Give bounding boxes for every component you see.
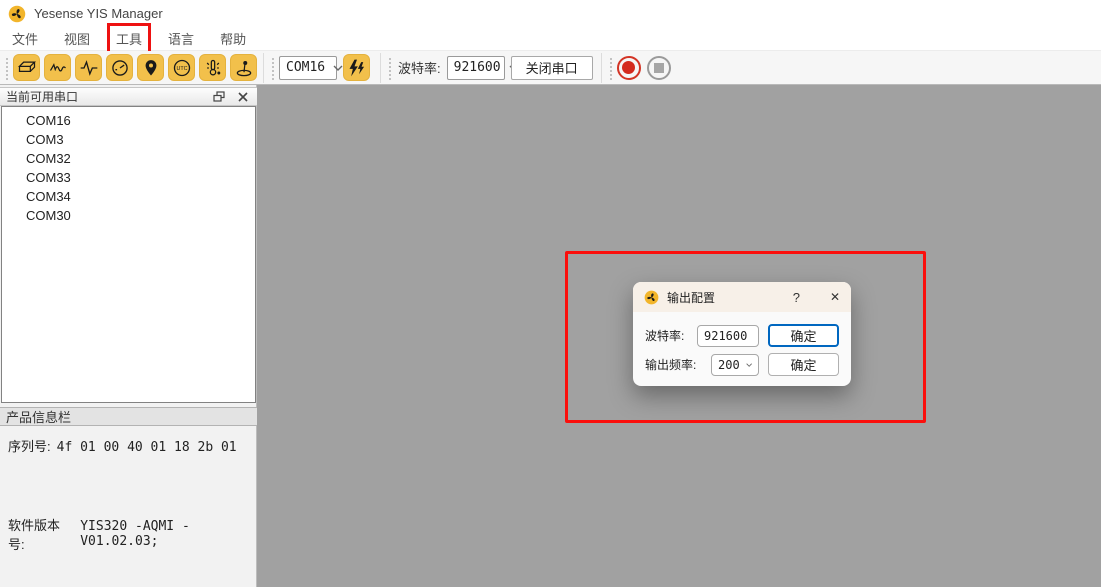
pulse-wave-icon (79, 58, 99, 78)
dialog-output-rate-value: 200 (718, 358, 740, 372)
thermometer-icon (203, 58, 223, 78)
serial-number-value: 4f 01 00 40 01 18 2b 01 (57, 440, 237, 455)
dialog-baud-confirm-button[interactable]: 确定 (768, 324, 839, 347)
software-version-label: 软件版本号: (8, 515, 72, 553)
available-ports-list: COM16 COM3 COM32 COM33 COM34 COM30 (1, 106, 256, 403)
baud-rate-label: 波特率: (398, 58, 441, 77)
toolbar-separator (601, 53, 602, 83)
dialog-help-button[interactable]: ? (793, 290, 800, 305)
dialog-baud-label: 波特率: (645, 327, 684, 344)
port-list-item[interactable]: COM16 (2, 111, 255, 130)
port-list-item[interactable]: COM33 (2, 168, 255, 187)
location-tool-button[interactable] (137, 54, 164, 81)
chevron-down-icon (333, 64, 343, 72)
dialog-titlebar: 输出配置 ? ✕ (633, 282, 851, 312)
dialog-baud-value: 921600 (704, 329, 747, 343)
menu-item-file[interactable]: 文件 (6, 26, 44, 51)
output-rate-config-row: 输出频率: 200 确定 (645, 353, 839, 376)
com-port-value: COM16 (286, 60, 325, 75)
dock-header: 当前可用串口 (0, 87, 257, 106)
toolbar-grip[interactable] (271, 56, 275, 80)
waveform-tool-button[interactable] (75, 54, 102, 81)
chevron-down-icon (746, 361, 752, 369)
dock-title: 当前可用串口 (6, 88, 203, 105)
joystick-icon (234, 58, 254, 78)
port-list-item[interactable]: COM3 (2, 130, 255, 149)
cube-icon (17, 58, 37, 78)
baud-rate-select[interactable]: 921600 (447, 56, 505, 80)
toolbar-separator (263, 53, 264, 83)
software-version-row: 软件版本号: YIS320 -AQMI -V01.02.03; (8, 515, 256, 553)
com-port-select[interactable]: COM16 (279, 56, 337, 80)
dialog-title: 输出配置 (667, 289, 793, 306)
yesense-logo-icon (644, 290, 659, 305)
utc-clock-icon: UTC (172, 58, 192, 78)
close-icon (238, 92, 248, 102)
stop-icon (654, 63, 664, 73)
attitude-wave-icon (48, 58, 68, 78)
port-list-item[interactable]: COM34 (2, 187, 255, 206)
float-panel-button[interactable] (211, 90, 227, 104)
yesense-logo-icon (8, 5, 26, 23)
menu-bar: 文件 视图 工具 语言 帮助 (0, 27, 1101, 51)
menu-item-help[interactable]: 帮助 (214, 26, 252, 51)
menu-item-language[interactable]: 语言 (162, 26, 200, 51)
record-button[interactable] (617, 56, 641, 80)
port-list-item[interactable]: COM30 (2, 206, 255, 225)
window-title: Yesense YIS Manager (34, 6, 163, 21)
menu-item-tools[interactable]: 工具 (110, 26, 148, 51)
stop-button[interactable] (647, 56, 671, 80)
toolbar-grip[interactable] (609, 56, 613, 80)
record-icon (622, 61, 635, 74)
dialog-baud-select[interactable]: 921600 (697, 325, 759, 347)
location-pin-icon (141, 58, 161, 78)
baud-rate-config-row: 波特率: 921600 确定 (645, 324, 839, 347)
lightning-refresh-icon (347, 58, 367, 78)
toolbar: UTC COM16 波特率: 921600 (0, 51, 1101, 85)
close-panel-button[interactable] (235, 90, 251, 104)
dialog-output-rate-confirm-button[interactable]: 确定 (768, 353, 839, 376)
utc-clock-tool-button[interactable]: UTC (168, 54, 195, 81)
menu-item-view[interactable]: 视图 (58, 26, 96, 51)
close-serial-port-button[interactable]: 关闭串口 (511, 56, 593, 80)
serial-number-label: 序列号: (8, 436, 51, 455)
output-config-dialog: 输出配置 ? ✕ 波特率: 921600 确定 输出频率: 200 确定 (633, 282, 851, 386)
dialog-close-button[interactable]: ✕ (830, 290, 840, 304)
serial-port-dock-panel: 当前可用串口 COM16 COM3 COM32 COM33 COM34 COM3… (0, 85, 257, 587)
toolbar-grip[interactable] (5, 56, 9, 80)
joystick-tool-button[interactable] (230, 54, 257, 81)
dialog-output-rate-label: 输出频率: (645, 356, 696, 373)
toolbar-grip[interactable] (388, 56, 392, 80)
window-titlebar: Yesense YIS Manager (0, 0, 1101, 27)
software-version-value: YIS320 -AQMI -V01.02.03; (80, 519, 256, 549)
refresh-ports-button[interactable] (343, 54, 370, 81)
cube-tool-button[interactable] (13, 54, 40, 81)
product-info-header: 产品信息栏 (0, 407, 257, 426)
attitude-tool-button[interactable] (44, 54, 71, 81)
dialog-output-rate-select[interactable]: 200 (711, 354, 759, 376)
port-list-item[interactable]: COM32 (2, 149, 255, 168)
temperature-tool-button[interactable] (199, 54, 226, 81)
gauge-icon (110, 58, 130, 78)
serial-number-row: 序列号: 4f 01 00 40 01 18 2b 01 (8, 436, 237, 455)
toolbar-separator (380, 53, 381, 83)
svg-text:UTC: UTC (176, 66, 187, 72)
baud-rate-value: 921600 (454, 60, 501, 75)
gauge-tool-button[interactable] (106, 54, 133, 81)
float-icon (213, 91, 225, 102)
